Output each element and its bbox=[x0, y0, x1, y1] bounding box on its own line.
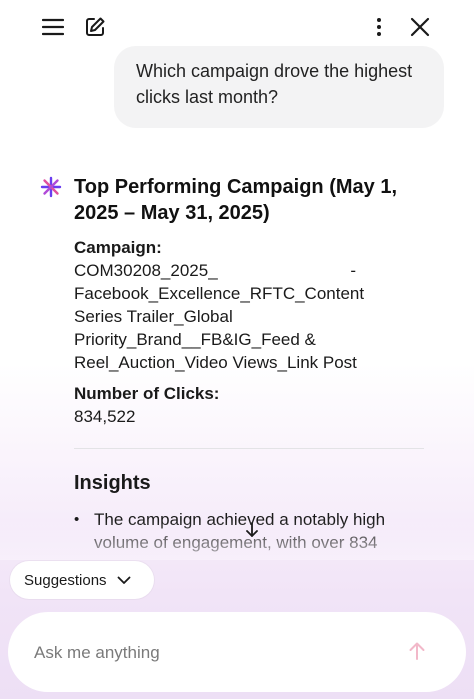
user-message-text: Which campaign drove the highest clicks … bbox=[136, 61, 413, 107]
suggestions-label: Suggestions bbox=[24, 571, 107, 589]
suggestions-button[interactable]: Suggestions bbox=[10, 561, 154, 599]
arrow-down-icon bbox=[244, 521, 260, 544]
close-icon[interactable] bbox=[404, 12, 436, 42]
edit-icon[interactable] bbox=[80, 12, 110, 42]
chevron-down-icon bbox=[117, 576, 131, 585]
message-composer bbox=[8, 612, 466, 692]
answer-title: Top Performing Campaign (May 1, 2025 – M… bbox=[74, 176, 397, 224]
user-message-bubble: Which campaign drove the highest clicks … bbox=[114, 46, 444, 128]
campaign-section: Campaign: COM30208_2025_ - Facebook_Exce… bbox=[74, 236, 404, 374]
campaign-value-rest: Facebook_Excellence_RFTC_Content Series … bbox=[74, 284, 365, 372]
clicks-value: 834,522 bbox=[74, 407, 136, 426]
clicks-section: Number of Clicks: 834,522 bbox=[74, 382, 404, 428]
insights-heading: Insights bbox=[74, 472, 151, 494]
clicks-label: Number of Clicks: bbox=[74, 384, 220, 403]
more-vertical-icon[interactable] bbox=[364, 12, 394, 42]
hamburger-menu-icon[interactable] bbox=[38, 12, 68, 42]
campaign-value-line1: COM30208_2025_ bbox=[74, 261, 218, 280]
arrow-up-icon bbox=[408, 641, 426, 666]
campaign-value-dash: - bbox=[350, 261, 356, 280]
campaign-label: Campaign: bbox=[74, 238, 162, 257]
sparkle-icon bbox=[40, 176, 62, 198]
send-button[interactable] bbox=[404, 640, 430, 666]
content-fade-overlay bbox=[0, 520, 474, 560]
section-divider bbox=[74, 448, 424, 449]
campaign-value: COM30208_2025_ - Facebook_Excellence_RFT… bbox=[74, 259, 404, 374]
ask-input[interactable] bbox=[34, 640, 374, 666]
scroll-down-button[interactable] bbox=[238, 518, 266, 546]
